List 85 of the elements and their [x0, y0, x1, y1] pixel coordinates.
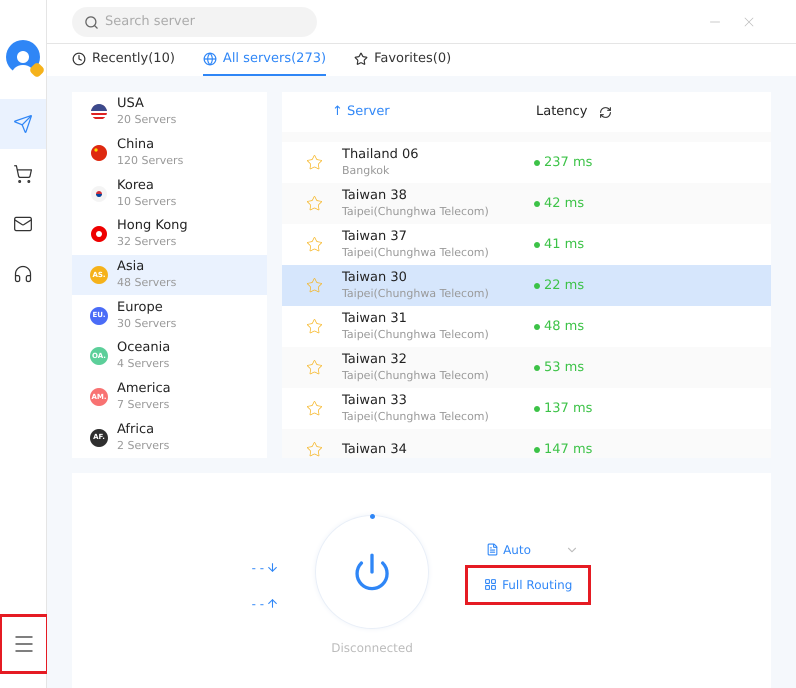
send-icon [13, 114, 33, 134]
download-icon [266, 561, 280, 574]
latency: 41 ms [544, 236, 584, 254]
flag-icon [90, 225, 108, 244]
favorite-star-icon[interactable] [306, 277, 323, 294]
server-count: 20 Servers [117, 112, 176, 128]
server-name: Taiwan 31 [342, 310, 408, 326]
headset-icon [13, 264, 33, 284]
region-name: Asia [117, 259, 146, 276]
region-name: Korea [117, 178, 155, 194]
grid-icon [484, 578, 498, 591]
server-name: Taiwan 37 [342, 228, 408, 244]
refresh-icon[interactable] [599, 106, 612, 118]
server-name: Thailand 06 [342, 146, 420, 162]
server-count: 30 Servers [117, 316, 176, 332]
server-count: 10 Servers [117, 194, 176, 210]
server-name: Taiwan 38 [342, 188, 408, 204]
server-name: Taiwan 34 [342, 442, 408, 458]
upload-speed: - - [252, 596, 264, 612]
flag-icon [90, 103, 108, 122]
column-header[interactable]: ↑ Server [332, 102, 536, 122]
star-icon [354, 52, 368, 66]
upload-icon [266, 597, 280, 610]
server-name: Taiwan 30 [342, 270, 408, 286]
protocol-dropdown[interactable]: Auto [465, 540, 592, 558]
latency: 137 ms [544, 400, 592, 418]
region-name: USA [117, 96, 145, 112]
favorite-star-icon[interactable] [306, 359, 323, 376]
server-location: Taipei(Chunghwa Telecom) [342, 204, 490, 220]
flag-icon [90, 144, 108, 162]
region-item[interactable]: China 120 Servers [72, 132, 267, 174]
server-location: Taipei(Chunghwa Telecom) [342, 326, 490, 342]
favorite-star-icon[interactable] [306, 236, 323, 253]
server-count: 7 Servers [117, 397, 170, 414]
region-name: China [117, 137, 156, 153]
server-name: Taiwan 32 [342, 352, 408, 368]
server-row[interactable]: Taiwan 34 147 ms [282, 429, 771, 458]
server-row[interactable]: Taiwan 32 Taipei(Chunghwa Telecom) 53 ms [282, 347, 771, 388]
cart-icon [13, 164, 33, 184]
favorite-star-icon[interactable] [306, 318, 323, 335]
server-count: 32 Servers [117, 234, 178, 250]
region-name: America [117, 381, 171, 398]
power-button[interactable] [315, 514, 430, 628]
server-location: Taipei(Chunghwa Telecom) [342, 408, 490, 424]
region-name: Hong Kong [117, 218, 188, 234]
server-location: Taipei(Chunghwa Telecom) [342, 244, 490, 260]
globe-icon [202, 52, 217, 66]
region-name: Oceania [117, 340, 170, 356]
mail-icon [13, 214, 33, 234]
region-item[interactable]: Korea 10 Servers [72, 173, 267, 214]
server-count: 2 Servers [117, 438, 170, 454]
server-count: 120 Servers [117, 153, 184, 169]
column-header[interactable]: Latency [536, 102, 588, 122]
favorite-star-icon[interactable] [306, 441, 323, 458]
file-icon [486, 543, 500, 556]
tab[interactable]: Favorites(0) [354, 44, 452, 76]
download-speed: - - [252, 560, 264, 576]
flag-icon [90, 184, 108, 203]
favorite-star-icon[interactable] [306, 195, 323, 212]
routing-button[interactable]: Full Routing [468, 568, 588, 602]
search-field[interactable]: Search server [72, 6, 317, 36]
region-name: Europe [117, 300, 164, 316]
server-location: Taipei(Chunghwa Telecom) [342, 286, 490, 302]
latency: 53 ms [544, 358, 584, 377]
server-row[interactable]: Taiwan 38 Taipei(Chunghwa Telecom) 42 ms [282, 183, 771, 224]
region-item[interactable]: USA 20 Servers [72, 92, 267, 133]
region-item[interactable]: Hong Kong 32 Servers [72, 214, 267, 255]
latency: 22 ms [544, 276, 584, 295]
latency: 147 ms [544, 440, 592, 458]
connection-status: Disconnected [331, 640, 413, 656]
search-icon [84, 14, 99, 30]
favorite-star-icon[interactable] [306, 400, 323, 417]
clock-icon [72, 52, 86, 66]
server-count: 4 Servers [117, 356, 170, 372]
region-name: Africa [117, 422, 156, 438]
latency: 48 ms [544, 318, 584, 336]
tab[interactable]: Recently(10) [72, 44, 175, 76]
server-location: Taipei(Chunghwa Telecom) [342, 368, 490, 384]
server-row[interactable]: Taiwan 30 Taipei(Chunghwa Telecom) 22 ms [282, 265, 771, 306]
server-count: 48 Servers [117, 275, 176, 292]
latency: 42 ms [544, 194, 584, 213]
server-location: Bangkok [342, 162, 390, 178]
latency: 237 ms [544, 154, 592, 172]
favorite-star-icon[interactable] [306, 154, 323, 171]
server-name: Taiwan 33 [342, 392, 408, 408]
